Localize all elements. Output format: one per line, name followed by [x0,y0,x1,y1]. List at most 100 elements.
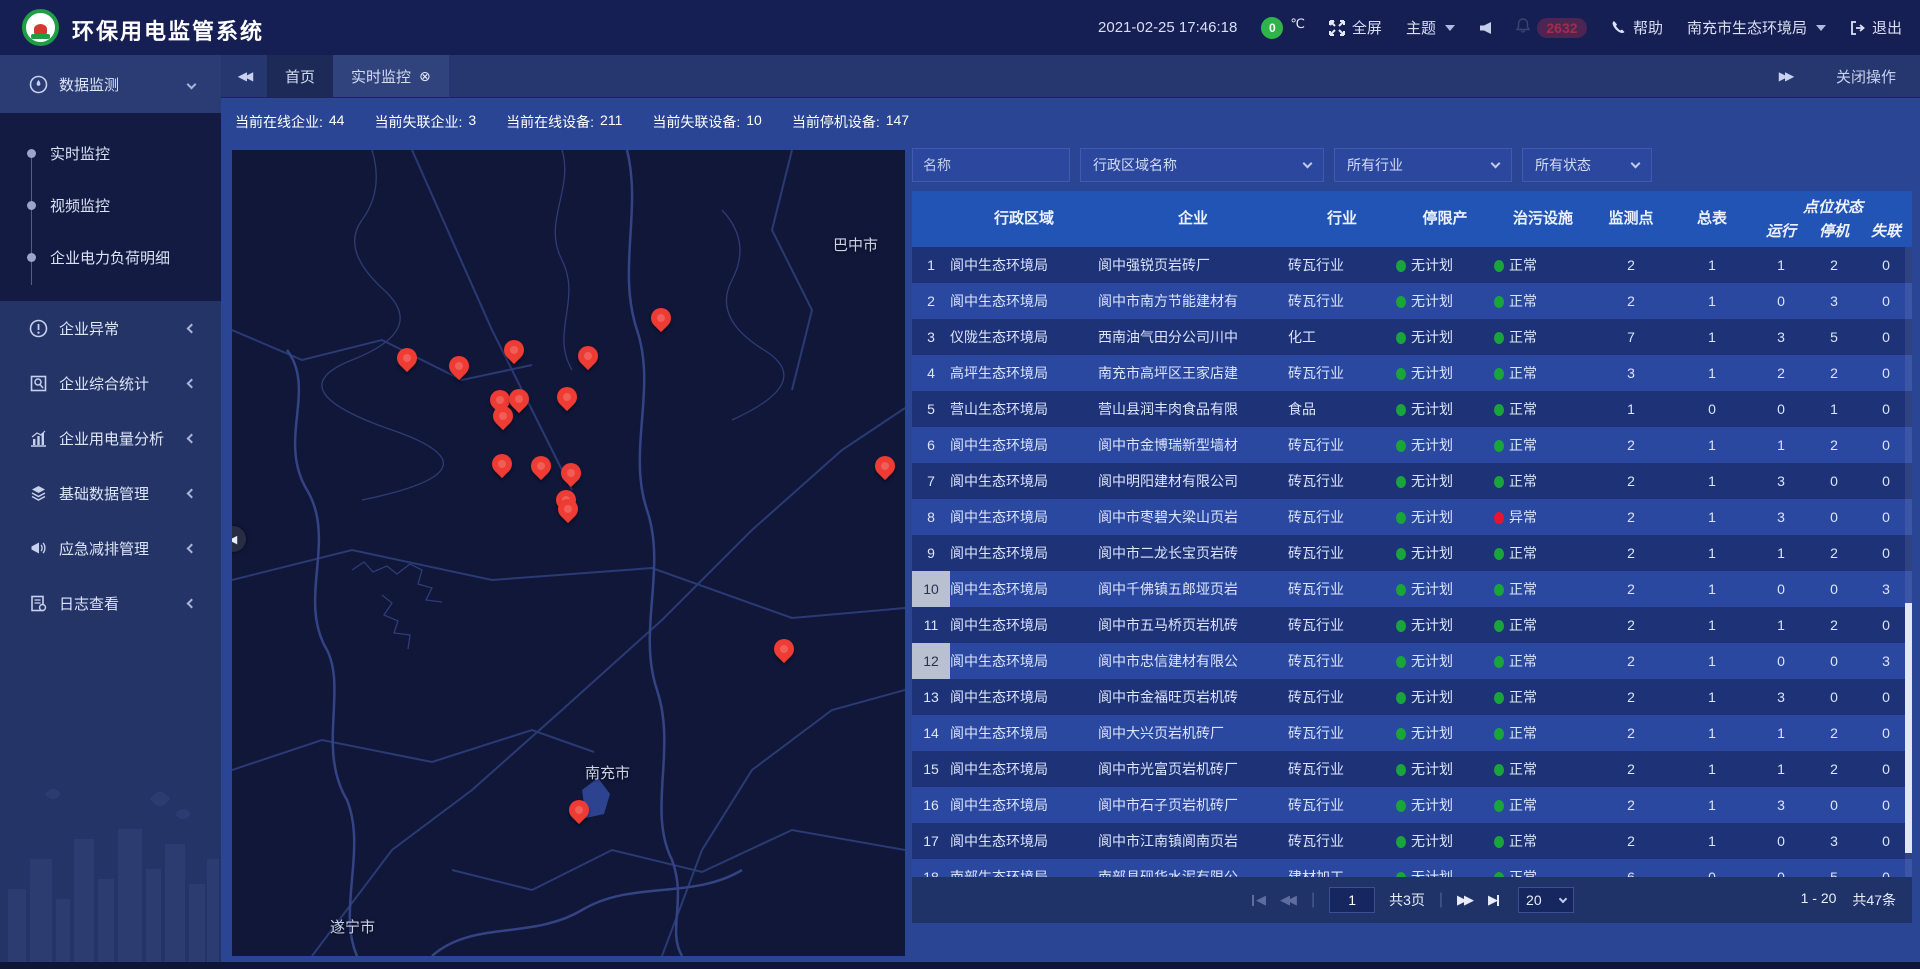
table-scrollbar-track[interactable] [1905,247,1912,877]
sidebar-item-log-view[interactable]: 日志查看 [0,576,221,631]
cell-facility: 正常 [1494,759,1592,779]
region-select[interactable]: 行政区域名称 [1080,148,1324,182]
industry-select[interactable]: 所有行业 [1334,148,1512,182]
cell-stop: 0 [1808,473,1860,489]
table-row[interactable]: 8 阆中生态环境局 阆中市枣碧大梁山页岩 砖瓦行业 无计划 异常 2 1 3 0… [912,499,1912,535]
sidebar-subitem[interactable]: 企业电力负荷明细 [0,231,221,283]
cell-stop: 3 [1808,833,1860,849]
page-number-input[interactable] [1329,887,1375,913]
cell-halt: 无计划 [1396,435,1494,455]
table-row[interactable]: 14 阆中生态环境局 阆中大兴页岩机砖厂 砖瓦行业 无计划 正常 2 1 1 2… [912,715,1912,751]
cell-industry: 砖瓦行业 [1288,435,1396,455]
table-row[interactable]: 6 阆中生态环境局 阆中市金博瑞新型墙材 砖瓦行业 无计划 正常 2 1 1 2… [912,427,1912,463]
tab-home[interactable]: 首页 [267,55,333,97]
table-row[interactable]: 9 阆中生态环境局 阆中市二龙长宝页岩砖 砖瓦行业 无计划 正常 2 1 1 2… [912,535,1912,571]
status-select[interactable]: 所有状态 [1522,148,1652,182]
chevron-down-icon [1445,25,1455,31]
cell-points: 2 [1592,293,1670,309]
table-row[interactable]: 5 营山生态环境局 营山县润丰肉食品有限 食品 无计划 正常 1 0 0 1 0 [912,391,1912,427]
tab-realtime-monitoring[interactable]: 实时监控 ⊗ [333,55,449,97]
table-row[interactable]: 2 阆中生态环境局 阆中市南方节能建材有 砖瓦行业 无计划 正常 2 1 0 3… [912,283,1912,319]
table-row[interactable]: 11 阆中生态环境局 阆中市五马桥页岩机砖 砖瓦行业 无计划 正常 2 1 1 … [912,607,1912,643]
row-number: 5 [912,391,950,427]
status-dot-icon [1396,548,1406,560]
table-row[interactable]: 18 南部生态环境局 南部县砚华水泥有限公 建材加工 无计划 正常 6 0 0 … [912,859,1912,877]
table-row[interactable]: 15 阆中生态环境局 阆中市光富页岩机砖厂 砖瓦行业 无计划 正常 2 1 1 … [912,751,1912,787]
table-row[interactable]: 17 阆中生态环境局 阆中市江南镇阆南页岩 砖瓦行业 无计划 正常 2 1 0 … [912,823,1912,859]
sidebar-item-data-monitoring[interactable]: 数据监测 [0,55,221,113]
close-tab-icon[interactable]: ⊗ [419,69,431,83]
org-dropdown[interactable]: 南充市生态环境局 [1687,17,1826,38]
next-page-button[interactable]: ▶▶ [1457,892,1474,908]
table-row[interactable]: 12 阆中生态环境局 阆中市忠信建材有限公 砖瓦行业 无计划 正常 2 1 0 … [912,643,1912,679]
table-row[interactable]: 10 阆中生态环境局 阆中千佛镇五郎垭页岩 砖瓦行业 无计划 正常 2 1 0 … [912,571,1912,607]
sidebar-item-base-data[interactable]: 基础数据管理 [0,466,221,521]
cell-halt: 无计划 [1396,795,1494,815]
cell-facility: 正常 [1494,831,1592,851]
theme-dropdown[interactable]: 主题 [1406,17,1455,38]
speaker-icon [1479,21,1492,35]
stat-label: 当前在线设备: [506,112,594,132]
cell-stop: 0 [1808,581,1860,597]
cell-points: 2 [1592,473,1670,489]
cell-company: 阆中市南方节能建材有 [1098,291,1288,311]
cell-halt: 无计划 [1396,615,1494,635]
cell-facility: 正常 [1494,615,1592,635]
table-row[interactable]: 16 阆中生态环境局 阆中市石子页岩机砖厂 砖瓦行业 无计划 正常 2 1 3 … [912,787,1912,823]
cell-points: 2 [1592,653,1670,669]
status-dot-icon [1494,296,1504,308]
sidebar-subitem[interactable]: 实时监控 [0,127,221,179]
table-row[interactable]: 3 仪陇生态环境局 西南油气田分公司川中 化工 无计划 正常 7 1 3 5 0 [912,319,1912,355]
sidebar-item-enterprise-statistics[interactable]: 企业综合统计 [0,356,221,411]
help-button[interactable]: 帮助 [1611,17,1663,38]
city-label: 遂宁市 [330,916,375,937]
cell-company: 阆中大兴页岩机砖厂 [1098,723,1288,743]
sound-button[interactable] [1479,21,1492,35]
first-page-button[interactable]: ◀ [1250,892,1266,908]
cell-run: 3 [1754,797,1808,813]
row-number: 1 [912,247,950,283]
notification-widget[interactable]: 2632 [1516,18,1587,38]
cell-run: 0 [1754,653,1808,669]
table-row[interactable]: 7 阆中生态环境局 阆中明阳建材有限公司 砖瓦行业 无计划 正常 2 1 3 0… [912,463,1912,499]
sidebar-subitem[interactable]: 视频监控 [0,179,221,231]
sidebar-item-emergency-reduction[interactable]: 应急减排管理 [0,521,221,576]
cell-halt: 无计划 [1396,507,1494,527]
cell-region: 阆中生态环境局 [950,687,1098,707]
prev-page-button[interactable]: ◀◀ [1280,892,1297,908]
phone-icon [1611,20,1626,35]
status-dot-icon [1396,620,1406,632]
city-label: 南充市 [585,762,630,783]
divider: | [1311,891,1315,909]
col-run: 运行 [1754,221,1808,247]
table-row[interactable]: 13 阆中生态环境局 阆中市金福旺页岩机砖 砖瓦行业 无计划 正常 2 1 3 … [912,679,1912,715]
stat-item: 当前失联企业: 3 [374,112,476,132]
cell-run: 3 [1754,509,1808,525]
cell-run: 1 [1754,545,1808,561]
sidebar-item-enterprise-abnormal[interactable]: 企业异常 [0,301,221,356]
table-row[interactable]: 4 高坪生态环境局 南充市高坪区王家店建 砖瓦行业 无计划 正常 3 1 2 2… [912,355,1912,391]
tabs-scroll-left-button[interactable]: ◀◀ [221,55,267,97]
table-scrollbar-thumb[interactable] [1905,603,1912,853]
pagination-summary: 1 - 20 共47条 [1801,890,1896,910]
name-search-input[interactable] [912,148,1070,182]
cell-run: 3 [1754,689,1808,705]
map-canvas[interactable]: 巴中市南充市遂宁市 ◀ [232,150,905,956]
cell-points: 2 [1592,545,1670,561]
row-number: 16 [912,787,950,823]
page-size-select[interactable]: 20 [1518,887,1574,913]
sidebar-item-power-analysis[interactable]: 企业用电量分析 [0,411,221,466]
cell-meters: 1 [1670,797,1754,813]
status-dot-icon [1396,692,1406,704]
tabs-scroll-right-button[interactable]: ▶▶ [1762,69,1808,83]
fullscreen-button[interactable]: 全屏 [1329,17,1382,38]
table-row[interactable]: 1 阆中生态环境局 阆中强锐页岩砖厂 砖瓦行业 无计划 正常 2 1 1 2 0 [912,247,1912,283]
cell-points: 2 [1592,761,1670,777]
row-number: 7 [912,463,950,499]
close-operations-button[interactable]: 关闭操作 [1836,66,1896,87]
exit-button[interactable]: 退出 [1850,17,1902,38]
stats-bar: 当前在线企业: 44 当前失联企业: 3 当前在线设备: 211 当前失联设备:… [221,99,1920,145]
cell-stop: 3 [1808,293,1860,309]
last-page-button[interactable]: ▶ [1488,892,1504,908]
layers-icon [28,484,48,503]
